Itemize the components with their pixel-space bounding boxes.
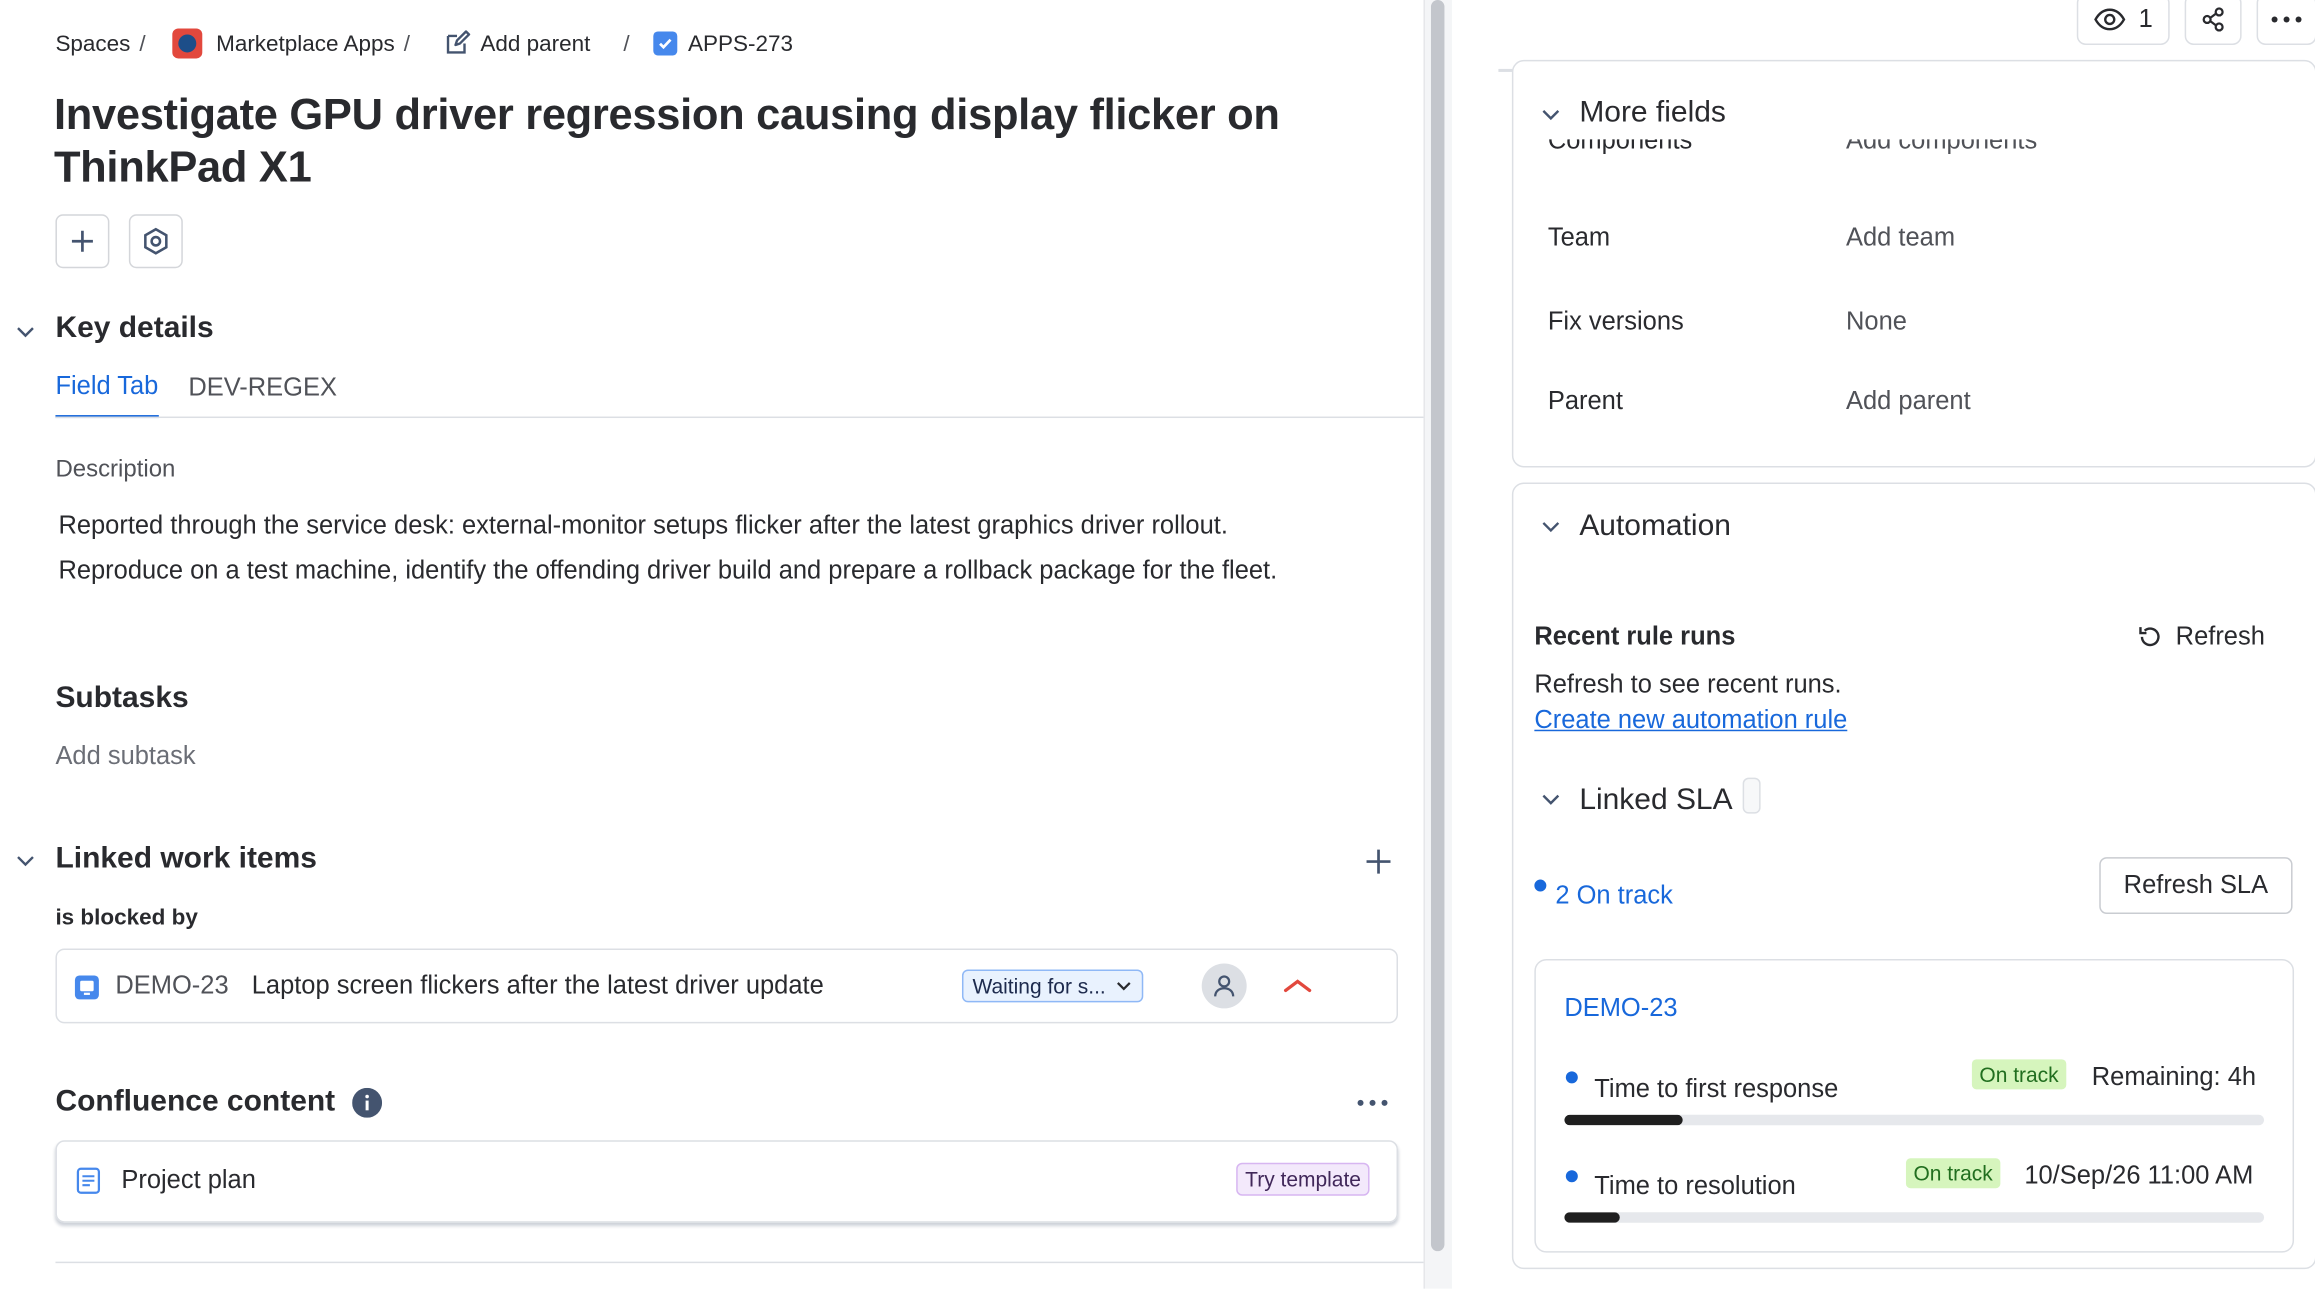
chevron-down-icon[interactable] bbox=[15, 850, 36, 871]
sla-progress-bar bbox=[1564, 1212, 2265, 1223]
refresh-runs-button[interactable]: Refresh bbox=[2137, 622, 2265, 652]
automation-heading[interactable]: Automation bbox=[1579, 509, 1731, 543]
refresh-label: Refresh bbox=[2175, 621, 2265, 651]
sla-metric-detail: 10/Sep/26 11:00 AM bbox=[2024, 1161, 2254, 1190]
linked-item-summary[interactable]: Laptop screen flickers after the latest … bbox=[252, 971, 824, 1001]
apps-button[interactable] bbox=[128, 214, 183, 269]
create-automation-rule-link[interactable]: Create new automation rule bbox=[1534, 706, 1847, 736]
description-label: Description bbox=[55, 457, 176, 483]
sla-progress-bar bbox=[1564, 1114, 2265, 1126]
chevron-down-icon bbox=[1116, 982, 1131, 991]
sla-status-badge: On track bbox=[1905, 1158, 2001, 1189]
breadcrumb-separator: / bbox=[139, 30, 146, 57]
share-icon bbox=[2202, 7, 2224, 32]
add-subtask-button[interactable]: Add subtask bbox=[55, 742, 195, 772]
clipped-row: Components Add components bbox=[1513, 139, 2315, 167]
page-icon bbox=[76, 1167, 101, 1194]
edit-icon[interactable] bbox=[443, 30, 470, 57]
subtasks-heading: Subtasks bbox=[55, 681, 189, 715]
sla-count-badge bbox=[1742, 777, 1761, 814]
service-request-icon bbox=[73, 974, 100, 1001]
breadcrumb-separator: / bbox=[403, 30, 410, 57]
linked-item-key[interactable]: DEMO-23 bbox=[115, 971, 228, 1001]
field-value-team[interactable]: Add team bbox=[1846, 223, 1955, 253]
settings-hexagon-icon bbox=[144, 227, 168, 255]
description-field[interactable]: Reported through the service desk: exter… bbox=[58, 503, 1407, 593]
tab-field-tab[interactable]: Field Tab bbox=[55, 372, 159, 419]
breadcrumb-add-parent[interactable]: Add parent bbox=[480, 31, 590, 56]
automation-panel: Automation Recent rule runs Refresh Refr… bbox=[1511, 482, 2315, 1270]
description-line: Reported through the service desk: exter… bbox=[58, 510, 1228, 540]
sla-status-badge: On track bbox=[1971, 1059, 2067, 1090]
field-value-components[interactable]: Add components bbox=[1846, 139, 2037, 155]
sla-metric-name: Time to first response bbox=[1594, 1074, 1839, 1103]
linked-work-items-heading[interactable]: Linked work items bbox=[55, 842, 316, 876]
sla-metric-detail: Remaining: 4h bbox=[2091, 1062, 2257, 1091]
eye-icon bbox=[2094, 8, 2126, 31]
plus-icon bbox=[71, 230, 93, 252]
task-type-icon bbox=[653, 31, 678, 56]
chevron-down-icon[interactable] bbox=[1540, 103, 1561, 124]
confluence-heading: Confluence content bbox=[55, 1084, 336, 1118]
status-label: Waiting for s... bbox=[972, 973, 1106, 998]
add-link-button[interactable] bbox=[1364, 847, 1394, 877]
confluence-item-title[interactable]: Project plan bbox=[121, 1166, 256, 1196]
more-options-icon bbox=[2271, 16, 2302, 23]
chevron-down-icon[interactable] bbox=[1540, 788, 1561, 809]
breadcrumb-app[interactable]: Marketplace Apps bbox=[216, 31, 395, 56]
link-relation-label: is blocked by bbox=[55, 905, 198, 931]
field-label-fix-versions: Fix versions bbox=[1547, 307, 1684, 336]
issue-title[interactable]: Investigate GPU driver regression causin… bbox=[54, 90, 1373, 195]
try-template-badge[interactable]: Try template bbox=[1236, 1162, 1370, 1196]
breadcrumb-spaces[interactable]: Spaces bbox=[55, 31, 130, 56]
share-button[interactable] bbox=[2184, 0, 2242, 45]
watch-button[interactable]: 1 bbox=[2076, 0, 2170, 45]
confluence-item-row[interactable]: Project plan Try template bbox=[55, 1140, 1399, 1223]
sla-card: DEMO-23 Time to first response On track … bbox=[1534, 958, 2295, 1253]
key-details-heading[interactable]: Key details bbox=[55, 312, 213, 346]
field-label-components: Components bbox=[1547, 139, 1693, 155]
sla-metric-name: Time to resolution bbox=[1594, 1171, 1796, 1201]
refresh-sla-button[interactable]: Refresh SLA bbox=[2099, 857, 2293, 915]
chevron-down-icon[interactable] bbox=[1540, 515, 1561, 536]
sla-on-track-summary[interactable]: 2 On track bbox=[1555, 881, 1673, 911]
more-fields-heading[interactable]: More fields bbox=[1579, 96, 1726, 130]
automation-hint: Refresh to see recent runs. bbox=[1534, 669, 1842, 699]
more-fields-panel: More fields Components Add components Te… bbox=[1511, 59, 2315, 468]
description-line: Reproduce on a test machine, identify th… bbox=[58, 555, 1278, 585]
tab-dev-regex[interactable]: DEV-REGEX bbox=[188, 373, 337, 416]
breadcrumb: Spaces / Marketplace Apps / Add parent /… bbox=[55, 25, 793, 61]
priority-high-icon bbox=[1283, 975, 1313, 996]
linked-item-row[interactable]: DEMO-23 Laptop screen flickers after the… bbox=[55, 948, 1399, 1024]
status-dropdown[interactable]: Waiting for s... bbox=[961, 969, 1144, 1003]
more-options-icon[interactable] bbox=[1356, 1088, 1389, 1118]
marketplace-app-logo-icon bbox=[172, 28, 203, 59]
breadcrumb-issue-key[interactable]: APPS-273 bbox=[688, 31, 793, 56]
main-scrollbar-thumb[interactable] bbox=[1430, 0, 1445, 1252]
watcher-count: 1 bbox=[2138, 4, 2153, 33]
info-icon[interactable] bbox=[352, 1087, 383, 1118]
refresh-icon bbox=[2139, 627, 2160, 647]
tab-divider bbox=[55, 416, 1424, 419]
on-track-dot bbox=[1534, 879, 1547, 892]
add-button[interactable] bbox=[55, 214, 110, 269]
plus-icon bbox=[1366, 849, 1391, 874]
recent-rule-runs-heading: Recent rule runs bbox=[1534, 621, 1736, 651]
sla-card-issue-key[interactable]: DEMO-23 bbox=[1564, 993, 1677, 1023]
field-label-team: Team bbox=[1547, 223, 1611, 252]
field-label-parent: Parent bbox=[1547, 386, 1623, 416]
assignee-avatar-icon[interactable] bbox=[1201, 963, 1247, 1009]
field-value-parent[interactable]: Add parent bbox=[1846, 387, 1971, 417]
on-track-dot bbox=[1565, 1170, 1578, 1183]
linked-sla-heading[interactable]: Linked SLA bbox=[1579, 784, 1732, 818]
section-divider bbox=[55, 1261, 1424, 1264]
field-tabs: Field Tab DEV-REGEX bbox=[55, 372, 367, 419]
chevron-down-icon[interactable] bbox=[15, 321, 36, 342]
on-track-dot bbox=[1565, 1071, 1578, 1084]
more-actions-button[interactable] bbox=[2256, 0, 2315, 45]
breadcrumb-separator: / bbox=[623, 30, 630, 57]
field-value-fix-versions[interactable]: None bbox=[1846, 307, 1907, 337]
